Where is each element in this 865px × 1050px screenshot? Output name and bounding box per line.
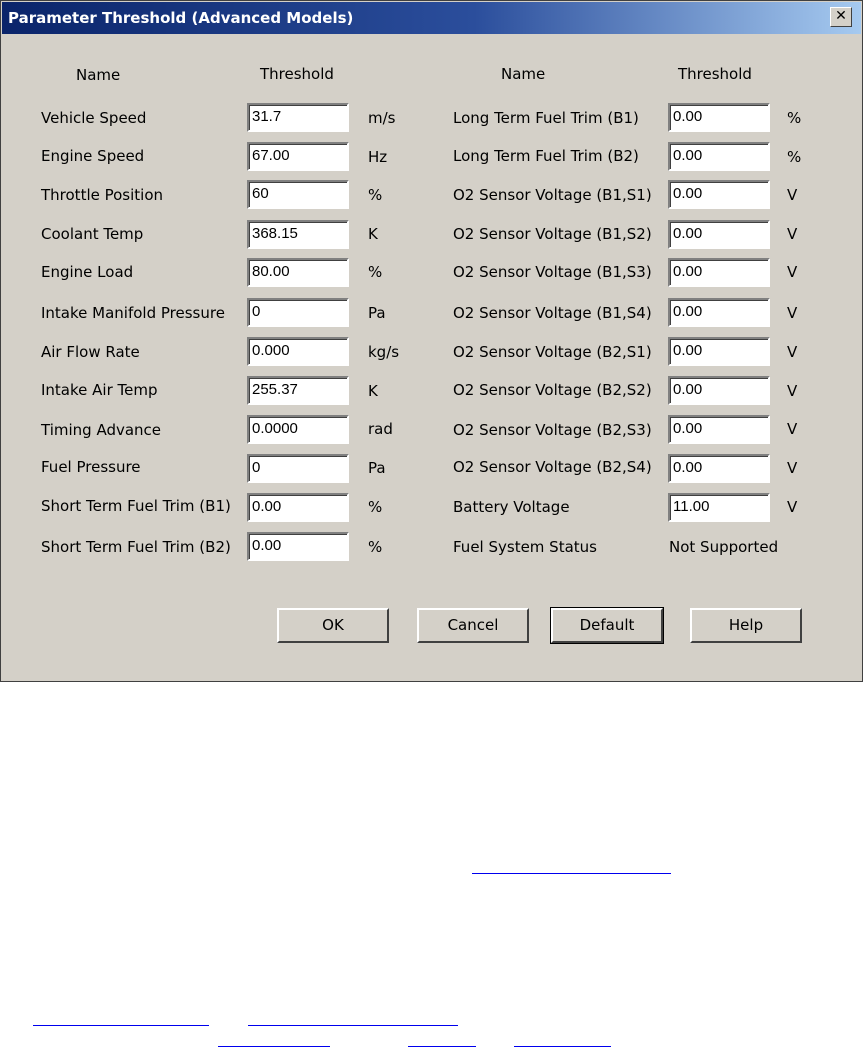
param-label: Engine Load <box>41 263 134 281</box>
o2-b2s2-input[interactable]: 0.00 <box>668 376 770 405</box>
intake-air-temp-input[interactable]: 255.37 <box>247 376 349 405</box>
param-label: O2 Sensor Voltage (B1,S4) <box>453 304 652 322</box>
param-label: O2 Sensor Voltage (B2,S1) <box>453 343 652 361</box>
o2-b2s4-input[interactable]: 0.00 <box>668 454 770 483</box>
window-title: Parameter Threshold (Advanced Models) <box>8 9 354 27</box>
param-unit: K <box>368 382 378 400</box>
param-label: Intake Manifold Pressure <box>41 304 225 322</box>
param-unit: V <box>787 343 798 361</box>
o2-b1s4-input[interactable]: 0.00 <box>668 298 770 327</box>
param-unit: % <box>368 263 383 281</box>
param-label: O2 Sensor Voltage (B2,S4) <box>453 458 652 476</box>
right-threshold-header: Threshold <box>678 65 752 83</box>
param-label: Air Flow Rate <box>41 343 140 361</box>
param-unit: % <box>368 498 383 516</box>
fuel-pressure-input[interactable]: 0 <box>247 454 349 483</box>
param-label: O2 Sensor Voltage (B1,S3) <box>453 263 652 281</box>
param-unit: V <box>787 498 798 516</box>
param-unit: V <box>787 420 798 438</box>
document-link[interactable] <box>514 1046 611 1048</box>
param-unit: K <box>368 225 378 243</box>
left-name-header: Name <box>76 66 121 84</box>
fuel-system-status-label: Fuel System Status <box>453 538 597 556</box>
param-unit: V <box>787 263 798 281</box>
document-link[interactable] <box>33 1025 209 1027</box>
air-flow-rate-input[interactable]: 0.000 <box>247 337 349 366</box>
param-unit: V <box>787 459 798 477</box>
title-bar[interactable]: Parameter Threshold (Advanced Models) ✕ <box>2 2 861 34</box>
document-link[interactable] <box>408 1046 476 1048</box>
param-unit: V <box>787 382 798 400</box>
coolant-temp-input[interactable]: 368.15 <box>247 220 349 249</box>
fuel-system-status-value: Not Supported <box>669 538 779 556</box>
right-name-header: Name <box>501 65 546 83</box>
param-unit: % <box>368 538 383 556</box>
param-unit: Pa <box>368 304 386 322</box>
left-threshold-header: Threshold <box>260 65 334 83</box>
o2-b2s3-input[interactable]: 0.00 <box>668 415 770 444</box>
param-label: Vehicle Speed <box>41 109 147 127</box>
o2-b1s2-input[interactable]: 0.00 <box>668 220 770 249</box>
short-term-fuel-trim-b1-input[interactable]: 0.00 <box>247 493 349 522</box>
vehicle-speed-input[interactable]: 31.7 <box>247 103 349 132</box>
document-link[interactable] <box>248 1025 458 1027</box>
param-label: O2 Sensor Voltage (B1,S2) <box>453 225 652 243</box>
param-label: Engine Speed <box>41 147 145 165</box>
long-term-fuel-trim-b1-input[interactable]: 0.00 <box>668 103 770 132</box>
page: Parameter Threshold (Advanced Models) ✕ … <box>0 0 865 1050</box>
param-label: O2 Sensor Voltage (B2,S2) <box>453 381 652 399</box>
param-label: Intake Air Temp <box>41 381 158 399</box>
close-button[interactable]: ✕ <box>830 7 852 27</box>
param-unit: Pa <box>368 459 386 477</box>
ok-button[interactable]: OK <box>277 608 389 643</box>
param-label: Throttle Position <box>41 186 164 204</box>
help-button[interactable]: Help <box>690 608 802 643</box>
param-unit: V <box>787 186 798 204</box>
timing-advance-input[interactable]: 0.0000 <box>247 415 349 444</box>
param-label: O2 Sensor Voltage (B1,S1) <box>453 186 652 204</box>
battery-voltage-input[interactable]: 11.00 <box>668 493 770 522</box>
throttle-position-input[interactable]: 60 <box>247 180 349 209</box>
param-unit: V <box>787 304 798 322</box>
param-unit: rad <box>368 420 393 438</box>
short-term-fuel-trim-b2-input[interactable]: 0.00 <box>247 532 349 561</box>
param-label: Timing Advance <box>41 421 162 439</box>
param-label: Long Term Fuel Trim (B2) <box>453 147 639 165</box>
document-link[interactable] <box>218 1046 330 1048</box>
cancel-button[interactable]: Cancel <box>417 608 529 643</box>
intake-manifold-pressure-input[interactable]: 0 <box>247 298 349 327</box>
parameter-threshold-dialog: Parameter Threshold (Advanced Models) ✕ … <box>0 0 863 682</box>
o2-b1s3-input[interactable]: 0.00 <box>668 258 770 287</box>
param-unit: Hz <box>368 148 388 166</box>
param-label: O2 Sensor Voltage (B2,S3) <box>453 421 652 439</box>
o2-b1s1-input[interactable]: 0.00 <box>668 180 770 209</box>
param-label: Short Term Fuel Trim (B2) <box>41 538 231 556</box>
long-term-fuel-trim-b2-input[interactable]: 0.00 <box>668 142 770 171</box>
param-unit: V <box>787 225 798 243</box>
engine-speed-input[interactable]: 67.00 <box>247 142 349 171</box>
param-label: Fuel Pressure <box>41 458 141 476</box>
param-label: Short Term Fuel Trim (B1) <box>41 497 231 515</box>
param-unit: % <box>787 148 802 166</box>
param-label: Coolant Temp <box>41 225 144 243</box>
param-label: Long Term Fuel Trim (B1) <box>453 109 639 127</box>
document-link[interactable] <box>472 873 671 875</box>
param-unit: % <box>787 109 802 127</box>
default-button[interactable]: Default <box>550 607 664 644</box>
engine-load-input[interactable]: 80.00 <box>247 258 349 287</box>
param-unit: % <box>368 186 383 204</box>
param-unit: m/s <box>368 109 396 127</box>
o2-b2s1-input[interactable]: 0.00 <box>668 337 770 366</box>
param-unit: kg/s <box>368 343 400 361</box>
param-label: Battery Voltage <box>453 498 570 516</box>
close-icon: ✕ <box>835 8 847 24</box>
